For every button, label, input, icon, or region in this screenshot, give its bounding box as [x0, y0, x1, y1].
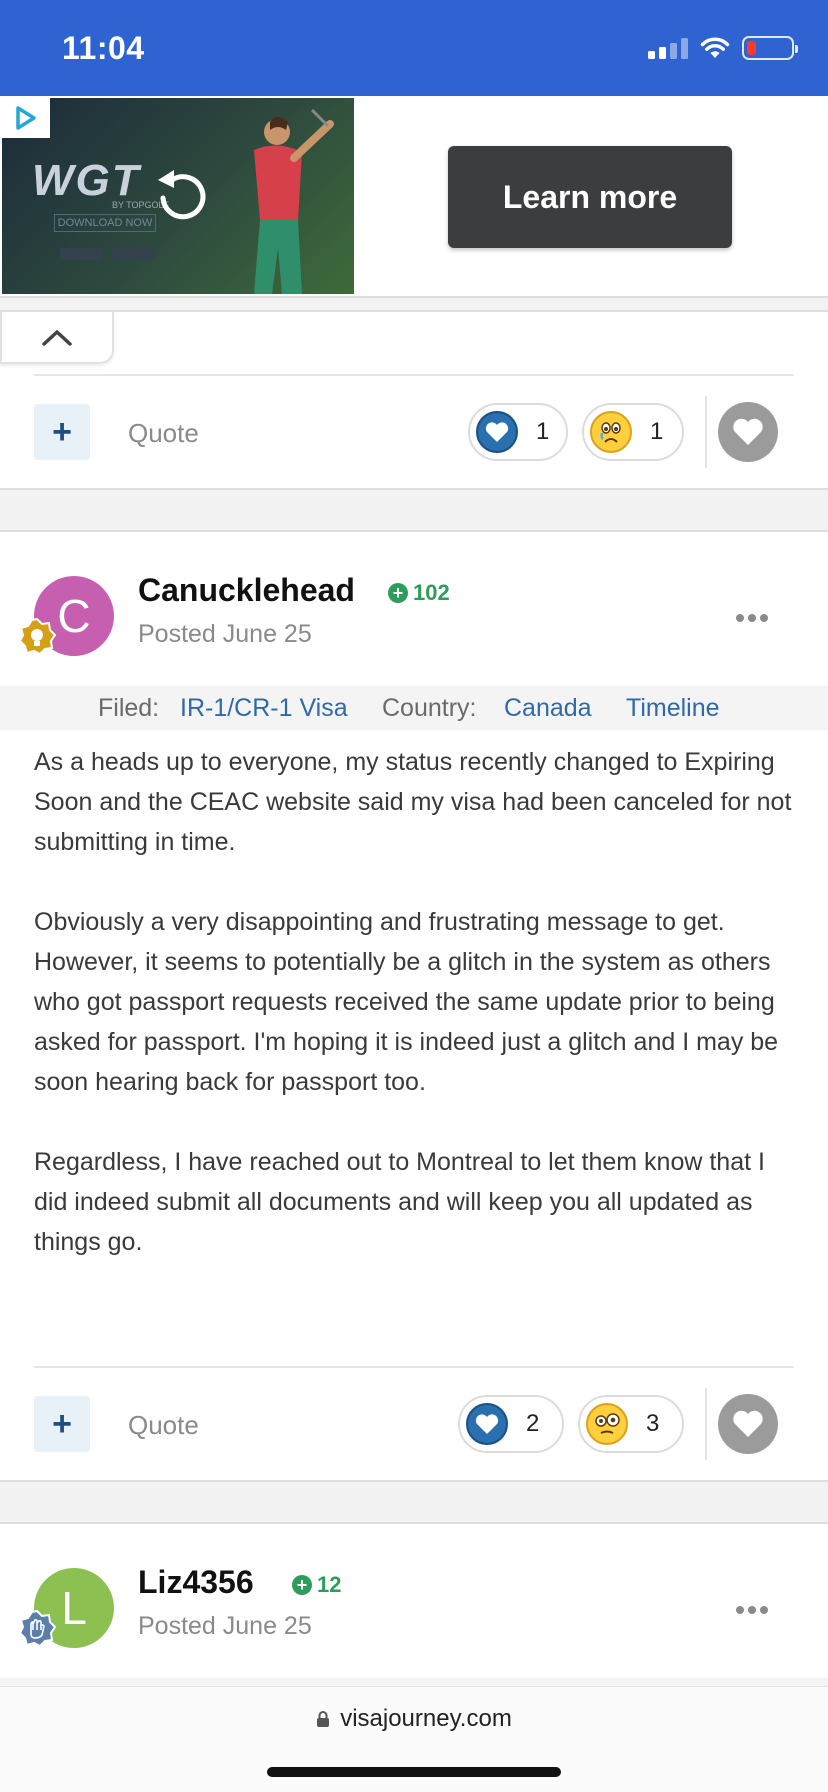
visa-type-link[interactable]: IR-1/CR-1 Visa	[180, 694, 348, 723]
username[interactable]: Liz4356	[138, 1564, 254, 1601]
sad-face-icon	[590, 411, 632, 453]
learn-more-button[interactable]: Learn more	[448, 146, 732, 248]
address-bar[interactable]: visajourney.com	[0, 1705, 828, 1733]
plus-circle-icon: +	[388, 583, 408, 603]
multiquote-button[interactable]: +	[34, 404, 90, 460]
lock-icon	[317, 1711, 330, 1727]
country-link[interactable]: Canada	[504, 694, 592, 723]
status-icons	[648, 36, 798, 60]
reaction-separator	[705, 396, 707, 468]
reaction-count: 1	[650, 418, 664, 445]
post-divider	[34, 1366, 794, 1368]
adchoices-icon[interactable]	[2, 98, 50, 138]
reaction-confused[interactable]: 3	[578, 1395, 684, 1453]
reaction-heart[interactable]: 2	[458, 1395, 564, 1453]
battery-low-icon	[742, 36, 798, 60]
heart-icon	[733, 1410, 763, 1437]
status-time: 11:04	[62, 30, 145, 66]
confused-face-icon	[586, 1403, 628, 1445]
visa-info-bar: Filed: IR-1/CR-1 Visa Country: Canada Ti…	[0, 686, 828, 730]
golfer-image	[254, 108, 334, 294]
reaction-count: 2	[526, 1410, 540, 1437]
multiquote-button[interactable]: +	[34, 1396, 90, 1452]
reputation-badge: + 12	[292, 1572, 341, 1598]
post-date[interactable]: Posted June 25	[138, 620, 312, 649]
ad-brand-logo: WGT	[32, 156, 141, 205]
react-button[interactable]	[718, 402, 778, 462]
post-card: C Canucklehead + 102 Posted June 25 File…	[0, 530, 828, 1482]
country-label: Country:	[382, 693, 477, 722]
post-divider	[34, 374, 794, 376]
reputation-badge: + 102	[388, 580, 450, 606]
filed-label: Filed:	[98, 693, 160, 722]
reaction-separator	[705, 1388, 707, 1460]
reputation-count: 102	[413, 580, 450, 605]
quote-button[interactable]: Quote	[128, 418, 199, 449]
plus-circle-icon: +	[292, 1575, 312, 1595]
ad-banner[interactable]: WGT BY TOPGOLF DOWNLOAD NOW Learn more	[0, 96, 828, 298]
username[interactable]: Canucklehead	[138, 572, 355, 609]
ad-download-label: DOWNLOAD NOW	[54, 214, 156, 232]
signal-icon	[648, 37, 688, 59]
quote-button[interactable]: Quote	[128, 1410, 199, 1441]
post-paragraph: As a heads up to everyone, my status rec…	[34, 748, 792, 856]
ad-store-badges	[60, 248, 154, 260]
status-bar: 11:04	[0, 0, 828, 96]
reaction-sad[interactable]: 1	[582, 403, 684, 461]
ad-image[interactable]: WGT BY TOPGOLF DOWNLOAD NOW	[2, 98, 354, 294]
replay-icon[interactable]	[152, 166, 212, 226]
reaction-heart[interactable]: 1	[468, 403, 568, 461]
rank-badge-icon	[18, 618, 56, 656]
rank-badge-icon	[18, 1610, 56, 1648]
more-options-icon[interactable]	[736, 614, 768, 622]
react-button[interactable]	[718, 1394, 778, 1454]
post-paragraph: Obviously a very disappointing and frust…	[34, 908, 779, 1096]
reaction-count: 3	[646, 1410, 660, 1437]
wifi-icon	[700, 37, 730, 58]
more-options-icon[interactable]	[736, 1606, 768, 1614]
timeline-link[interactable]: Timeline	[626, 694, 720, 723]
post-date[interactable]: Posted June 25	[138, 1612, 312, 1641]
post-body: As a heads up to everyone, my status rec…	[34, 742, 794, 1302]
url-text: visajourney.com	[340, 1705, 512, 1732]
reputation-count: 12	[317, 1572, 342, 1597]
browser-bottom-bar: visajourney.com	[0, 1686, 828, 1792]
post-card-previous: + Quote 1 1	[0, 310, 828, 490]
reaction-count: 1	[536, 418, 550, 445]
heart-reaction-icon	[476, 411, 518, 453]
post-paragraph: Regardless, I have reached out to Montre…	[34, 1148, 765, 1256]
heart-icon	[733, 418, 763, 445]
chevron-up-icon	[42, 330, 72, 346]
home-indicator[interactable]	[267, 1767, 561, 1777]
collapse-ad-button[interactable]	[0, 312, 114, 364]
heart-reaction-icon	[466, 1403, 508, 1445]
